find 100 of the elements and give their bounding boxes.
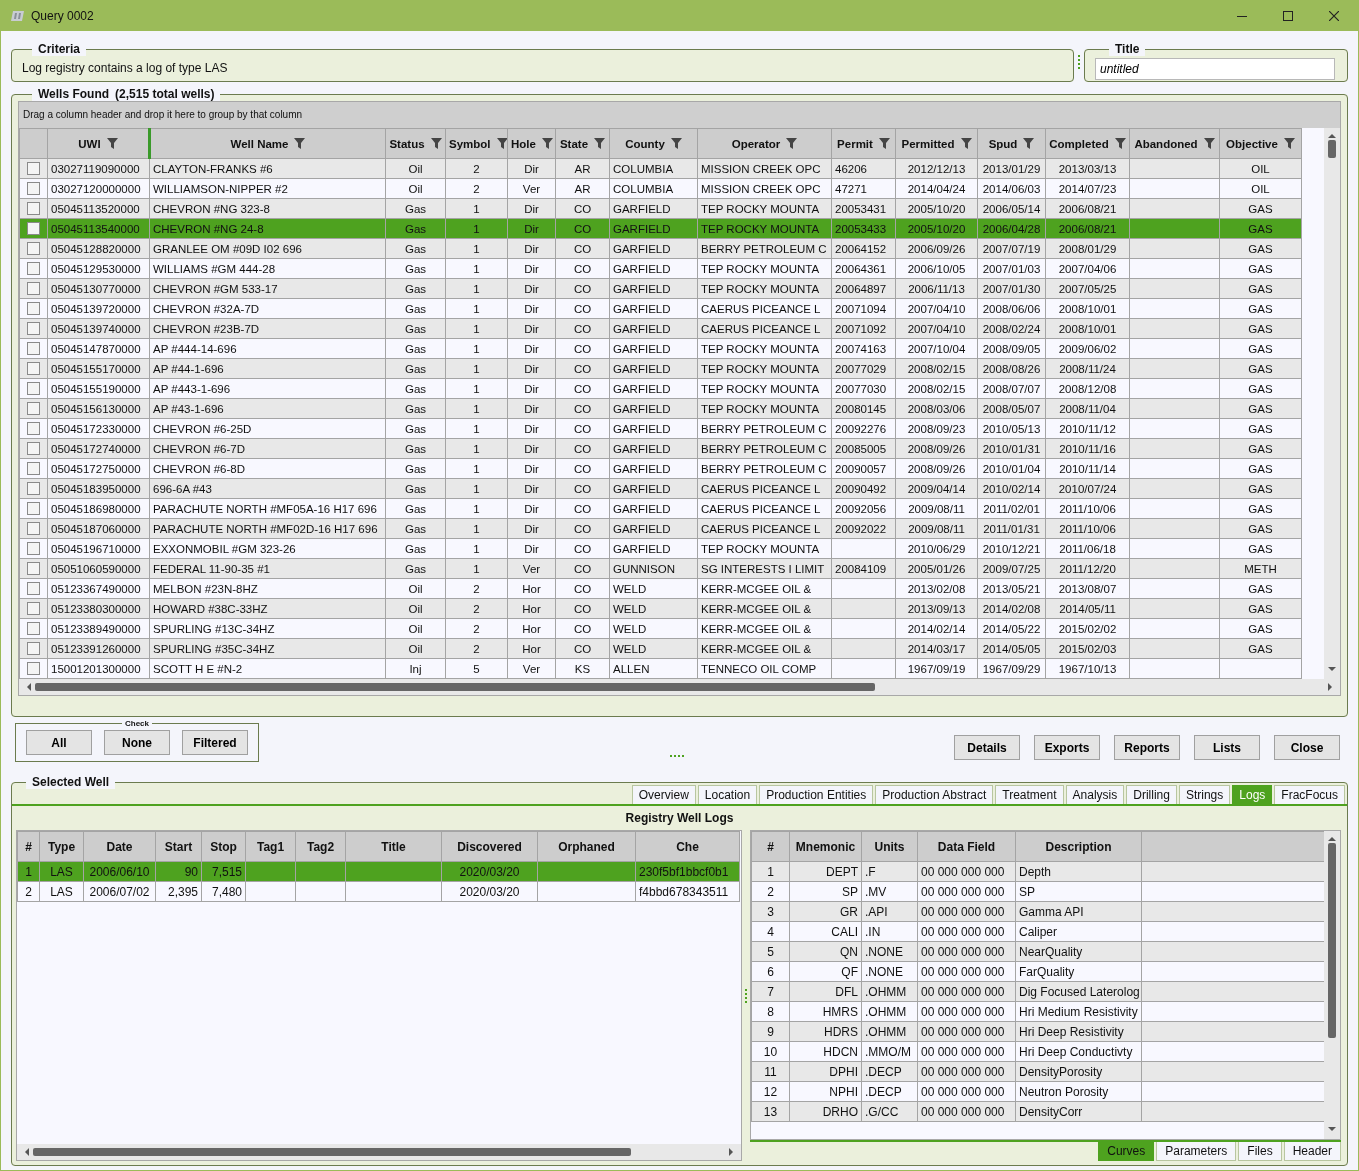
table-row[interactable]: 1 DEPT .F 00 000 000 000 Depth: [751, 861, 1324, 882]
checkbox[interactable]: [27, 402, 40, 416]
filter-icon[interactable]: [786, 137, 798, 149]
table-row[interactable]: 05045147870000 AP #444-14-696 Gas 1 Dir CO GARFIELD TEP ROCKY MOUNTA 20074163 2007/10/04 2008/09/05 2009/06/02 GAS: [19, 338, 1302, 359]
action-button[interactable]: Close: [1274, 735, 1340, 760]
horizontal-scrollbar[interactable]: [19, 679, 1340, 695]
filter-icon[interactable]: [294, 137, 306, 149]
table-row[interactable]: 05045196710000 EXXONMOBIL #GM 323-26 Gas 1 Dir CO GARFIELD TEP ROCKY MOUNTA 2010/06/29 2010/12/21 2011/06/18 GAS: [19, 538, 1302, 559]
filter-icon[interactable]: [1023, 137, 1035, 149]
action-button[interactable]: Lists: [1194, 735, 1260, 760]
table-row[interactable]: 8 HMRS .OHMM 00 000 000 000 Hri Medium Resistivity: [751, 1001, 1324, 1022]
filter-icon[interactable]: [878, 137, 890, 149]
column-header[interactable]: Status: [385, 128, 446, 159]
column-header[interactable]: Stop: [201, 831, 246, 862]
table-row[interactable]: 05051060590000 FEDERAL 11-90-35 #1 Gas 1 Ver CO GUNNISON SG INTERESTS I LIMIT 20084109 2005/01/26 2009/07/25 2011/12/20 METH: [19, 558, 1302, 579]
tab[interactable]: Production Entities: [759, 785, 874, 804]
checkbox[interactable]: [27, 182, 40, 196]
filter-icon[interactable]: [430, 137, 442, 149]
action-button[interactable]: Reports: [1114, 735, 1180, 760]
checkbox[interactable]: [27, 562, 40, 576]
action-button[interactable]: Details: [954, 735, 1020, 760]
checkbox[interactable]: [27, 582, 40, 596]
tab[interactable]: FracFocus: [1274, 785, 1345, 804]
column-header[interactable]: #: [751, 831, 790, 862]
checkbox[interactable]: [27, 342, 40, 356]
checkbox[interactable]: [27, 262, 40, 276]
filter-icon[interactable]: [670, 137, 682, 149]
table-row[interactable]: 05045139740000 CHEVRON #23B-7D Gas 1 Dir CO GARFIELD CAERUS PICEANCE L 20071092 2007/04/10 2008/02/24 2008/10/01 GAS: [19, 318, 1302, 339]
column-header[interactable]: County: [609, 128, 698, 159]
checkbox[interactable]: [27, 442, 40, 456]
checkbox[interactable]: [27, 662, 40, 676]
tab[interactable]: Header: [1283, 1142, 1341, 1161]
checkbox[interactable]: [27, 322, 40, 336]
checkbox[interactable]: [27, 642, 40, 656]
tab[interactable]: Drilling: [1126, 785, 1177, 804]
checkbox[interactable]: [27, 502, 40, 516]
vertical-scrollbar[interactable]: [1324, 831, 1340, 1139]
checkbox[interactable]: [27, 302, 40, 316]
table-row[interactable]: 2 LAS 2006/07/02 2,395 7,480 2020/03/20 f4bbd678343511: [17, 881, 740, 902]
table-row[interactable]: 11 DPHI .DECP 00 000 000 000 DensityPorosity: [751, 1061, 1324, 1082]
column-header[interactable]: Units: [861, 831, 918, 862]
column-header[interactable]: Orphaned: [537, 831, 636, 862]
column-header[interactable]: Permit: [831, 128, 896, 159]
column-header[interactable]: Symbol: [445, 128, 508, 159]
horizontal-scrollbar[interactable]: [17, 1144, 741, 1160]
table-row[interactable]: 05045113540000 CHEVRON #NG 24-8 Gas 1 Dir CO GARFIELD TEP ROCKY MOUNTA 20053433 2005/10/20 2006/04/28 2006/08/21 GAS: [19, 218, 1302, 239]
table-row[interactable]: 12 NPHI .DECP 00 000 000 000 Neutron Porosity: [751, 1081, 1324, 1102]
column-header[interactable]: Objective: [1219, 128, 1302, 159]
table-row[interactable]: 05045113520000 CHEVRON #NG 323-8 Gas 1 Dir CO GARFIELD TEP ROCKY MOUNTA 20053431 2005/10/20 2006/05/14 2006/08/21 GAS: [19, 198, 1302, 219]
checkbox[interactable]: [27, 542, 40, 556]
table-row[interactable]: 05045130770000 CHEVRON #GM 533-17 Gas 1 Dir CO GARFIELD TEP ROCKY MOUNTA 20064897 2006/11/13 2007/01/30 2007/05/25 GAS: [19, 278, 1302, 299]
title-field[interactable]: untitled: [1095, 58, 1335, 80]
maximize-icon[interactable]: [1283, 11, 1293, 21]
table-row[interactable]: 05045155190000 AP #443-1-696 Gas 1 Dir CO GARFIELD TEP ROCKY MOUNTA 20077030 2008/02/15 2008/07/07 2008/12/08 GAS: [19, 378, 1302, 399]
column-header[interactable]: Operator: [697, 128, 832, 159]
filter-icon[interactable]: [960, 137, 972, 149]
table-row[interactable]: 05045129530000 WILLIAMS #GM 444-28 Gas 1 Dir CO GARFIELD TEP ROCKY MOUNTA 20064361 2006/10/05 2007/01/03 2007/04/06 GAS: [19, 258, 1302, 279]
column-header[interactable]: Permitted: [895, 128, 978, 159]
close-icon[interactable]: [1329, 11, 1339, 21]
table-row[interactable]: 3 GR .API 00 000 000 000 Gamma API: [751, 901, 1324, 922]
column-header[interactable]: Start: [155, 831, 202, 862]
column-header[interactable]: Title: [345, 831, 442, 862]
column-header[interactable]: Completed: [1045, 128, 1130, 159]
action-button[interactable]: Exports: [1034, 735, 1100, 760]
table-row[interactable]: 05045172750000 CHEVRON #6-8D Gas 1 Dir CO GARFIELD BERRY PETROLEUM C 20090057 2008/09/26 2010/01/04 2010/11/14 GAS: [19, 458, 1302, 479]
table-row[interactable]: 6 QF .NONE 00 000 000 000 FarQuality: [751, 961, 1324, 982]
tab[interactable]: Files: [1238, 1142, 1282, 1161]
checkbox[interactable]: [27, 522, 40, 536]
tab[interactable]: Treatment: [995, 785, 1064, 804]
checkbox[interactable]: [27, 242, 40, 256]
table-row[interactable]: 7 DFL .OHMM 00 000 000 000 Dig Focused Laterolog: [751, 981, 1324, 1002]
column-header[interactable]: Data Field: [917, 831, 1016, 862]
table-row[interactable]: 05045172330000 CHEVRON #6-25D Gas 1 Dir CO GARFIELD BERRY PETROLEUM C 20092276 2008/09/23 2010/05/13 2010/11/12 GAS: [19, 418, 1302, 439]
table-row[interactable]: 05045128820000 GRANLEE OM #09D I02 696 Gas 1 Dir CO GARFIELD BERRY PETROLEUM C 20064152 2006/09/26 2007/07/19 2008/01/29 GAS: [19, 238, 1302, 259]
checkbox[interactable]: [27, 422, 40, 436]
table-row[interactable]: 4 CALI .IN 00 000 000 000 Caliper: [751, 921, 1324, 942]
checkbox[interactable]: [27, 162, 40, 176]
filter-icon[interactable]: [1283, 137, 1295, 149]
table-row[interactable]: 05123391260000 SPURLING #35C-34HZ Oil 2 Hor CO WELD KERR-MCGEE OIL & 2014/03/17 2014/05/05 2015/02/03 GAS: [19, 638, 1302, 659]
checkbox[interactable]: [27, 202, 40, 216]
column-header[interactable]: Che: [635, 831, 740, 862]
column-header[interactable]: Well Name: [149, 128, 386, 159]
column-header[interactable]: Hole: [507, 128, 556, 159]
table-row[interactable]: 5 QN .NONE 00 000 000 000 NearQuality: [751, 941, 1324, 962]
column-header[interactable]: State: [555, 128, 610, 159]
table-row[interactable]: 1 LAS 2006/06/10 90 7,515 2020/03/20 230f5bf1bbcf0b1: [17, 861, 740, 882]
table-row[interactable]: 05123380300000 HOWARD #38C-33HZ Oil 2 Hor CO WELD KERR-MCGEE OIL & 2013/09/13 2014/02/08 2014/05/11 GAS: [19, 598, 1302, 619]
tab[interactable]: Strings: [1178, 785, 1231, 804]
column-header[interactable]: Abandoned: [1129, 128, 1220, 159]
table-row[interactable]: 05045139720000 CHEVRON #32A-7D Gas 1 Dir CO GARFIELD CAERUS PICEANCE L 20071094 2007/04/10 2008/06/06 2008/10/01 GAS: [19, 298, 1302, 319]
column-header[interactable]: Mnemonic: [789, 831, 862, 862]
filter-icon[interactable]: [1114, 137, 1126, 149]
tab[interactable]: Analysis: [1065, 785, 1125, 804]
column-header[interactable]: Type: [39, 831, 84, 862]
tab[interactable]: Production Abstract: [875, 785, 994, 804]
column-header[interactable]: #: [17, 831, 40, 862]
checkbox[interactable]: [27, 602, 40, 616]
column-header[interactable]: Date: [83, 831, 156, 862]
table-row[interactable]: 05123389490000 SPURLING #13C-34HZ Oil 2 Hor CO WELD KERR-MCGEE OIL & 2014/02/14 2014/05/22 2015/02/02 GAS: [19, 618, 1302, 639]
column-header[interactable]: Discovered: [441, 831, 538, 862]
